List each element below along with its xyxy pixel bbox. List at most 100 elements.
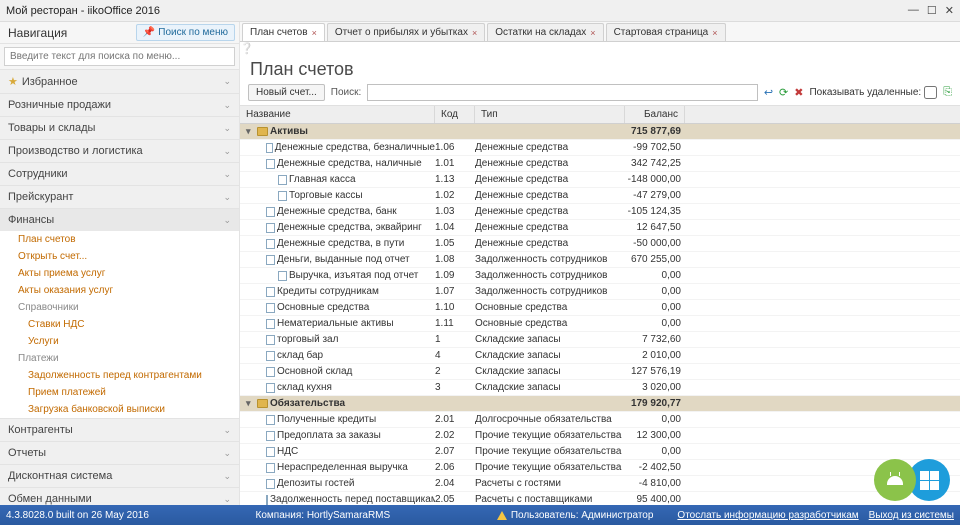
folder-icon bbox=[257, 127, 268, 136]
tab[interactable]: План счетов× bbox=[242, 23, 325, 41]
back-arrow-icon[interactable]: ↩ bbox=[764, 86, 773, 99]
tab[interactable]: Стартовая страница× bbox=[606, 23, 726, 41]
android-icon bbox=[887, 476, 903, 485]
maximize-icon[interactable]: ☐ bbox=[927, 4, 937, 17]
table-row[interactable]: Денежные средства, наличные1.01Денежные … bbox=[240, 156, 960, 172]
table-row[interactable]: Нематериальные активы1.11Основные средст… bbox=[240, 316, 960, 332]
grid-body[interactable]: ▾Активы715 877,69Денежные средства, безн… bbox=[240, 124, 960, 505]
show-deleted-checkbox[interactable] bbox=[924, 86, 937, 99]
table-row[interactable]: Основные средства1.10Основные средства0,… bbox=[240, 300, 960, 316]
logout-link[interactable]: Выход из системы bbox=[869, 510, 954, 521]
collapse-icon[interactable]: ▾ bbox=[246, 398, 255, 409]
sidebar-list: ★Избранное⌄Розничные продажи⌄Товары и ск… bbox=[0, 70, 239, 505]
table-row[interactable]: Депозиты гостей2.04Расчеты с гостями-4 8… bbox=[240, 476, 960, 492]
tab[interactable]: Отчет о прибылях и убытках× bbox=[327, 23, 485, 41]
sidebar-item[interactable]: План счетов bbox=[0, 231, 239, 248]
sidebar-section[interactable]: Финансы⌄ bbox=[0, 209, 239, 231]
col-name[interactable]: Название bbox=[240, 106, 435, 123]
export-icon[interactable]: ⎘ bbox=[943, 86, 952, 99]
statusbar: 4.3.8028.0 built on 26 May 2016 Компания… bbox=[0, 505, 960, 525]
table-row[interactable]: НДС2.07Прочие текущие обязательства0,00 bbox=[240, 444, 960, 460]
windows-icon bbox=[920, 471, 939, 490]
table-row[interactable]: Кредиты сотрудникам1.07Задолженность сот… bbox=[240, 284, 960, 300]
col-code[interactable]: Код bbox=[435, 106, 475, 123]
sidebar-item[interactable]: Акты оказания услуг bbox=[0, 282, 239, 299]
sidebar-item[interactable]: Услуги bbox=[0, 333, 239, 350]
page-icon bbox=[266, 303, 275, 313]
table-row[interactable]: Полученные кредиты2.01Долгосрочные обяза… bbox=[240, 412, 960, 428]
sidebar-item[interactable]: Загрузка банковской выписки bbox=[0, 401, 239, 418]
page-icon bbox=[266, 319, 275, 329]
col-balance[interactable]: Баланс bbox=[625, 106, 685, 123]
close-tab-icon[interactable]: × bbox=[312, 28, 317, 38]
version-label: 4.3.8028.0 built on 26 May 2016 bbox=[6, 510, 149, 521]
page-icon bbox=[278, 175, 287, 185]
sidebar-section[interactable]: Прейскурант⌄ bbox=[0, 186, 239, 208]
menu-search-button[interactable]: 📌 Поиск по меню bbox=[136, 24, 235, 41]
sidebar-section[interactable]: Производство и логистика⌄ bbox=[0, 140, 239, 162]
page-icon bbox=[278, 191, 287, 201]
close-tab-icon[interactable]: × bbox=[472, 28, 477, 38]
table-row[interactable]: ▾Обязательства179 920,77 bbox=[240, 396, 960, 412]
table-row[interactable]: Денежные средства, эквайринг1.04Денежные… bbox=[240, 220, 960, 236]
sidebar-section[interactable]: Сотрудники⌄ bbox=[0, 163, 239, 185]
sidebar-item[interactable]: Прием платежей bbox=[0, 384, 239, 401]
table-row[interactable]: склад кухня3Складские запасы3 020,00 bbox=[240, 380, 960, 396]
close-tab-icon[interactable]: × bbox=[712, 28, 717, 38]
col-type[interactable]: Тип bbox=[475, 106, 625, 123]
collapse-icon[interactable]: ▾ bbox=[246, 126, 255, 137]
chevron-down-icon: ⌄ bbox=[223, 448, 231, 459]
table-row[interactable]: Предоплата за заказы2.02Прочие текущие о… bbox=[240, 428, 960, 444]
table-row[interactable]: Деньги, выданные под отчет1.08Задолженно… bbox=[240, 252, 960, 268]
table-row[interactable]: Выручка, изъятая под отчет1.09Задолженно… bbox=[240, 268, 960, 284]
page-icon bbox=[266, 415, 275, 425]
sidebar-item[interactable]: Справочники bbox=[0, 299, 239, 316]
page-icon bbox=[266, 287, 275, 297]
table-row[interactable]: Денежные средства, в пути1.05Денежные ср… bbox=[240, 236, 960, 252]
help-icon[interactable]: ❔ bbox=[240, 42, 960, 55]
table-row[interactable]: Денежные средства, безналичные1.06Денежн… bbox=[240, 140, 960, 156]
close-tab-icon[interactable]: × bbox=[590, 28, 595, 38]
refresh-icon[interactable]: ⟳ bbox=[779, 86, 788, 99]
sidebar-item[interactable]: Ставки НДС bbox=[0, 316, 239, 333]
sidebar-section[interactable]: Обмен данными⌄ bbox=[0, 488, 239, 505]
table-row[interactable]: Задолженность перед поставщиками2.05Расч… bbox=[240, 492, 960, 505]
sidebar-item[interactable]: Акты приема услуг bbox=[0, 265, 239, 282]
table-row[interactable]: ▾Активы715 877,69 bbox=[240, 124, 960, 140]
delete-icon[interactable]: ✖ bbox=[794, 86, 803, 99]
minimize-icon[interactable]: — bbox=[908, 4, 919, 17]
sidebar-search-input[interactable] bbox=[4, 47, 235, 66]
star-icon: ★ bbox=[8, 75, 18, 88]
show-deleted-label[interactable]: Показывать удаленные: bbox=[809, 86, 937, 99]
sidebar-section[interactable]: Товары и склады⌄ bbox=[0, 117, 239, 139]
sidebar-section[interactable]: Контрагенты⌄ bbox=[0, 419, 239, 441]
new-account-button[interactable]: Новый счет... bbox=[248, 84, 325, 101]
tab[interactable]: Остатки на складах× bbox=[487, 23, 603, 41]
page-icon bbox=[266, 463, 275, 473]
grid-header: Название Код Тип Баланс bbox=[240, 106, 960, 124]
table-row[interactable]: Торговые кассы1.02Денежные средства-47 2… bbox=[240, 188, 960, 204]
chevron-down-icon: ⌄ bbox=[223, 494, 231, 505]
page-icon bbox=[266, 159, 275, 169]
sidebar-section[interactable]: Розничные продажи⌄ bbox=[0, 94, 239, 116]
sidebar-item[interactable]: Открыть счет... bbox=[0, 248, 239, 265]
chevron-down-icon: ⌄ bbox=[223, 146, 231, 157]
table-row[interactable]: торговый зал1Складские запасы7 732,60 bbox=[240, 332, 960, 348]
table-row[interactable]: Денежные средства, банк1.03Денежные сред… bbox=[240, 204, 960, 220]
page-icon bbox=[266, 479, 275, 489]
table-row[interactable]: склад бар4Складские запасы2 010,00 bbox=[240, 348, 960, 364]
table-row[interactable]: Нераспределенная выручка2.06Прочие текущ… bbox=[240, 460, 960, 476]
grid-search-input[interactable] bbox=[367, 84, 758, 101]
close-icon[interactable]: ✕ bbox=[945, 4, 954, 17]
sidebar-section[interactable]: Дисконтная система⌄ bbox=[0, 465, 239, 487]
sidebar-section[interactable]: ★Избранное⌄ bbox=[0, 70, 239, 93]
sidebar-section[interactable]: Отчеты⌄ bbox=[0, 442, 239, 464]
send-dev-link[interactable]: Отослать информацию разработчикам bbox=[677, 510, 858, 521]
sidebar-item[interactable]: Задолженность перед контрагентами bbox=[0, 367, 239, 384]
page-title: План счетов bbox=[240, 55, 960, 82]
sidebar-item[interactable]: Платежи bbox=[0, 350, 239, 367]
table-row[interactable]: Главная касса1.13Денежные средства-148 0… bbox=[240, 172, 960, 188]
user-label: Пользователь: Администратор bbox=[511, 510, 654, 521]
toolbar: Новый счет... Поиск: ↩ ⟳ ✖ Показывать уд… bbox=[240, 82, 960, 106]
table-row[interactable]: Основной склад2Складские запасы127 576,1… bbox=[240, 364, 960, 380]
